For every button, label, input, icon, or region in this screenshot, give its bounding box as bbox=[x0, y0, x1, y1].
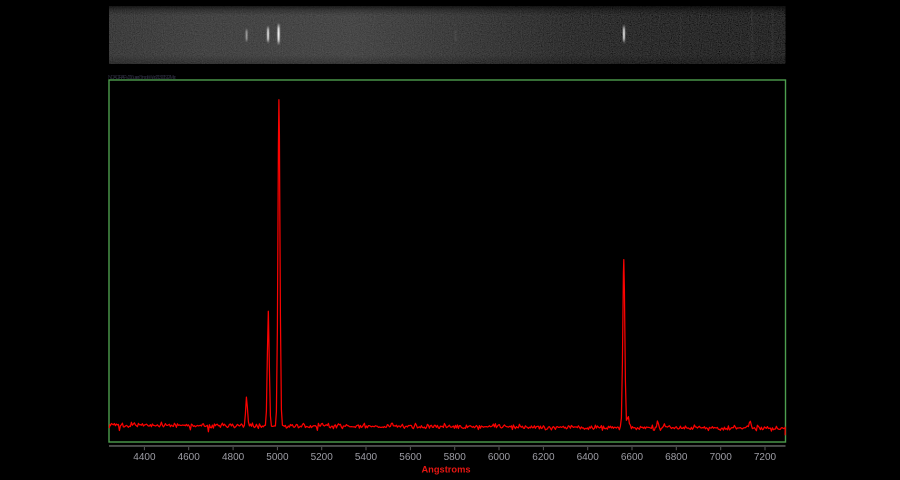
svg-text:6800: 6800 bbox=[665, 452, 688, 463]
svg-text:Angstroms: Angstroms bbox=[421, 464, 470, 474]
svg-text:5600: 5600 bbox=[399, 452, 422, 463]
svg-text:6600: 6600 bbox=[621, 452, 644, 463]
svg-text:5000: 5000 bbox=[266, 452, 289, 463]
svg-text:6400: 6400 bbox=[577, 452, 600, 463]
svg-text:6200: 6200 bbox=[532, 452, 555, 463]
svg-text:5800: 5800 bbox=[444, 452, 467, 463]
svg-text:7000: 7000 bbox=[710, 452, 733, 463]
svg-text:7200: 7200 bbox=[754, 452, 777, 463]
svg-text:4400: 4400 bbox=[133, 452, 156, 463]
svg-text:4800: 4800 bbox=[222, 452, 245, 463]
svg-text:5200: 5200 bbox=[311, 452, 334, 463]
svg-text:6000: 6000 bbox=[488, 452, 511, 463]
svg-text:5400: 5400 bbox=[355, 452, 378, 463]
svg-text:4600: 4600 bbox=[178, 452, 201, 463]
